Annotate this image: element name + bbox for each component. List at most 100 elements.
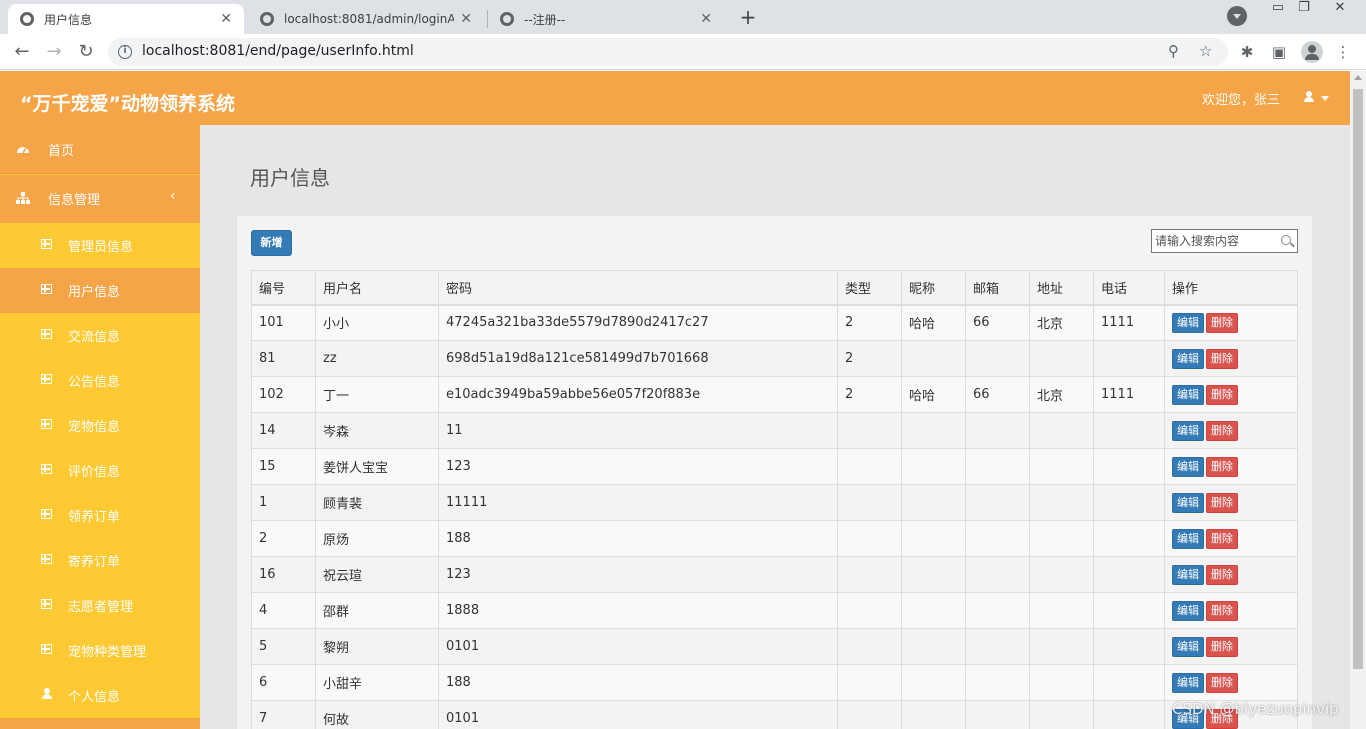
sidebar-item-label: 领养订单: [68, 510, 121, 525]
info-icon[interactable]: i: [118, 45, 132, 59]
delete-button[interactable]: 删除: [1206, 528, 1238, 549]
actions-cell: 编辑 删除: [1164, 304, 1298, 341]
edit-button[interactable]: 编辑: [1172, 600, 1204, 621]
sidebar-item-admin-info[interactable]: 管理员信息: [0, 223, 200, 268]
delete-button[interactable]: 删除: [1206, 564, 1238, 585]
table-cell: e10adc3949ba59abbe56e057f20f883e: [438, 376, 838, 413]
close-icon[interactable]: ✕: [700, 11, 712, 27]
table-cell: [965, 556, 1030, 593]
table-cell: 102: [251, 376, 316, 413]
sidepanel-icon[interactable]: ▣: [1269, 42, 1289, 62]
table-cell: [837, 412, 902, 449]
globe-icon: [500, 12, 514, 26]
scrollbar-thumb[interactable]: [1353, 89, 1363, 669]
sidebar-item-label: 个人信息: [68, 690, 121, 705]
delete-button[interactable]: 删除: [1206, 600, 1238, 621]
sidebar-item-user-info[interactable]: 用户信息: [0, 268, 200, 313]
page-scrollbar[interactable]: [1350, 71, 1366, 729]
sidebar-item-foster-orders[interactable]: 寄养订单: [0, 538, 200, 583]
table-cell: 北京: [1029, 376, 1094, 413]
edit-button[interactable]: 编辑: [1172, 420, 1204, 441]
table-cell: [1093, 484, 1165, 521]
delete-button[interactable]: 删除: [1206, 420, 1238, 441]
table-cell: [1093, 628, 1165, 665]
search-box: [1151, 229, 1298, 253]
chevron-left-icon: ‹: [170, 188, 176, 204]
edit-button[interactable]: 编辑: [1172, 348, 1204, 369]
sidebar-item-notice-info[interactable]: 公告信息: [0, 358, 200, 403]
sidebar-item-volunteer-management[interactable]: 志愿者管理: [0, 583, 200, 628]
table-cell: [1093, 340, 1165, 377]
edit-button[interactable]: 编辑: [1172, 312, 1204, 333]
column-header[interactable]: 昵称: [901, 270, 966, 306]
add-button[interactable]: 新增: [251, 230, 292, 256]
sidebar-item-info-management[interactable]: 信息管理 ‹: [0, 175, 200, 223]
column-header[interactable]: 地址: [1029, 270, 1094, 306]
column-header[interactable]: 邮箱: [965, 270, 1030, 306]
reload-icon[interactable]: ↻: [74, 40, 98, 64]
table-cell: [901, 556, 966, 593]
search-icon[interactable]: [1281, 235, 1291, 245]
tab-search-icon[interactable]: [1227, 6, 1247, 26]
sidebar-item-pet-info[interactable]: 宠物信息: [0, 403, 200, 448]
tab-login[interactable]: localhost:8081/admin/loginAd ✕: [248, 4, 484, 34]
user-icon[interactable]: [1303, 91, 1315, 103]
edit-button[interactable]: 编辑: [1172, 564, 1204, 585]
sidebar-item-review-info[interactable]: 评价信息: [0, 448, 200, 493]
forward-icon[interactable]: →: [42, 40, 66, 64]
delete-button[interactable]: 删除: [1206, 312, 1238, 333]
table-cell: 岑森: [315, 412, 439, 449]
column-header[interactable]: 用户名: [315, 270, 439, 306]
extensions-icon[interactable]: ✱: [1237, 42, 1257, 62]
sidebar-item-adoption-orders[interactable]: 领养订单: [0, 493, 200, 538]
zoom-icon[interactable]: ⚲: [1168, 42, 1179, 60]
table-cell: 698d51a19d8a121ce581499d7b701668: [438, 340, 838, 377]
table-cell: 2: [837, 340, 902, 377]
edit-button[interactable]: 编辑: [1172, 456, 1204, 477]
restore-icon[interactable]: ❐: [1286, 0, 1322, 18]
column-header[interactable]: 电话: [1093, 270, 1165, 306]
sidebar-item-personal-info[interactable]: 个人信息: [0, 673, 200, 718]
sidebar-item-exchange-info[interactable]: 交流信息: [0, 313, 200, 358]
sidebar-item-label: 宠物种类管理: [68, 645, 147, 660]
column-header[interactable]: 类型: [837, 270, 902, 306]
sidebar-item-home[interactable]: 首页: [0, 125, 200, 174]
sidebar-item-pet-category-management[interactable]: 宠物种类管理: [0, 628, 200, 673]
delete-button[interactable]: 删除: [1206, 636, 1238, 657]
delete-button[interactable]: 删除: [1206, 456, 1238, 477]
new-tab-icon[interactable]: +: [736, 6, 760, 30]
tab-register[interactable]: --注册-- ✕: [488, 4, 724, 34]
edit-button[interactable]: 编辑: [1172, 492, 1204, 513]
tab-user-info[interactable]: 用户信息 ✕: [8, 4, 244, 34]
close-icon[interactable]: ✕: [460, 11, 472, 27]
edit-button[interactable]: 编辑: [1172, 384, 1204, 405]
table-cell: 1888: [438, 592, 838, 629]
table-cell: [1093, 520, 1165, 557]
delete-button[interactable]: 删除: [1206, 672, 1238, 693]
search-input[interactable]: [1155, 232, 1275, 250]
column-header[interactable]: 编号: [251, 270, 316, 306]
table-icon: [41, 239, 52, 249]
menu-icon[interactable]: ⋮: [1333, 42, 1353, 62]
edit-button[interactable]: 编辑: [1172, 636, 1204, 657]
caret-down-icon[interactable]: [1321, 96, 1329, 101]
actions-cell: 编辑 删除: [1164, 664, 1298, 701]
window-close-icon[interactable]: ✕: [1322, 0, 1358, 18]
delete-button[interactable]: 删除: [1206, 348, 1238, 369]
back-icon[interactable]: ←: [10, 40, 34, 64]
edit-button[interactable]: 编辑: [1172, 528, 1204, 549]
table-icon: [41, 284, 52, 294]
star-icon[interactable]: ☆: [1199, 42, 1212, 60]
close-icon[interactable]: ✕: [220, 11, 232, 27]
table-cell: [1029, 520, 1094, 557]
edit-button[interactable]: 编辑: [1172, 672, 1204, 693]
profile-icon[interactable]: [1301, 41, 1323, 63]
url-omnibox[interactable]: i localhost:8081/end/page/userInfo.html …: [108, 38, 1228, 66]
table-row: 6 小甜辛 188 编辑 删除: [251, 664, 1298, 701]
column-header[interactable]: 密码: [438, 270, 838, 306]
url-text[interactable]: localhost:8081/end/page/userInfo.html: [142, 43, 414, 59]
delete-button[interactable]: 删除: [1206, 384, 1238, 405]
scroll-up-icon[interactable]: [1354, 75, 1362, 80]
delete-button[interactable]: 删除: [1206, 492, 1238, 513]
table-cell: 123: [438, 556, 838, 593]
